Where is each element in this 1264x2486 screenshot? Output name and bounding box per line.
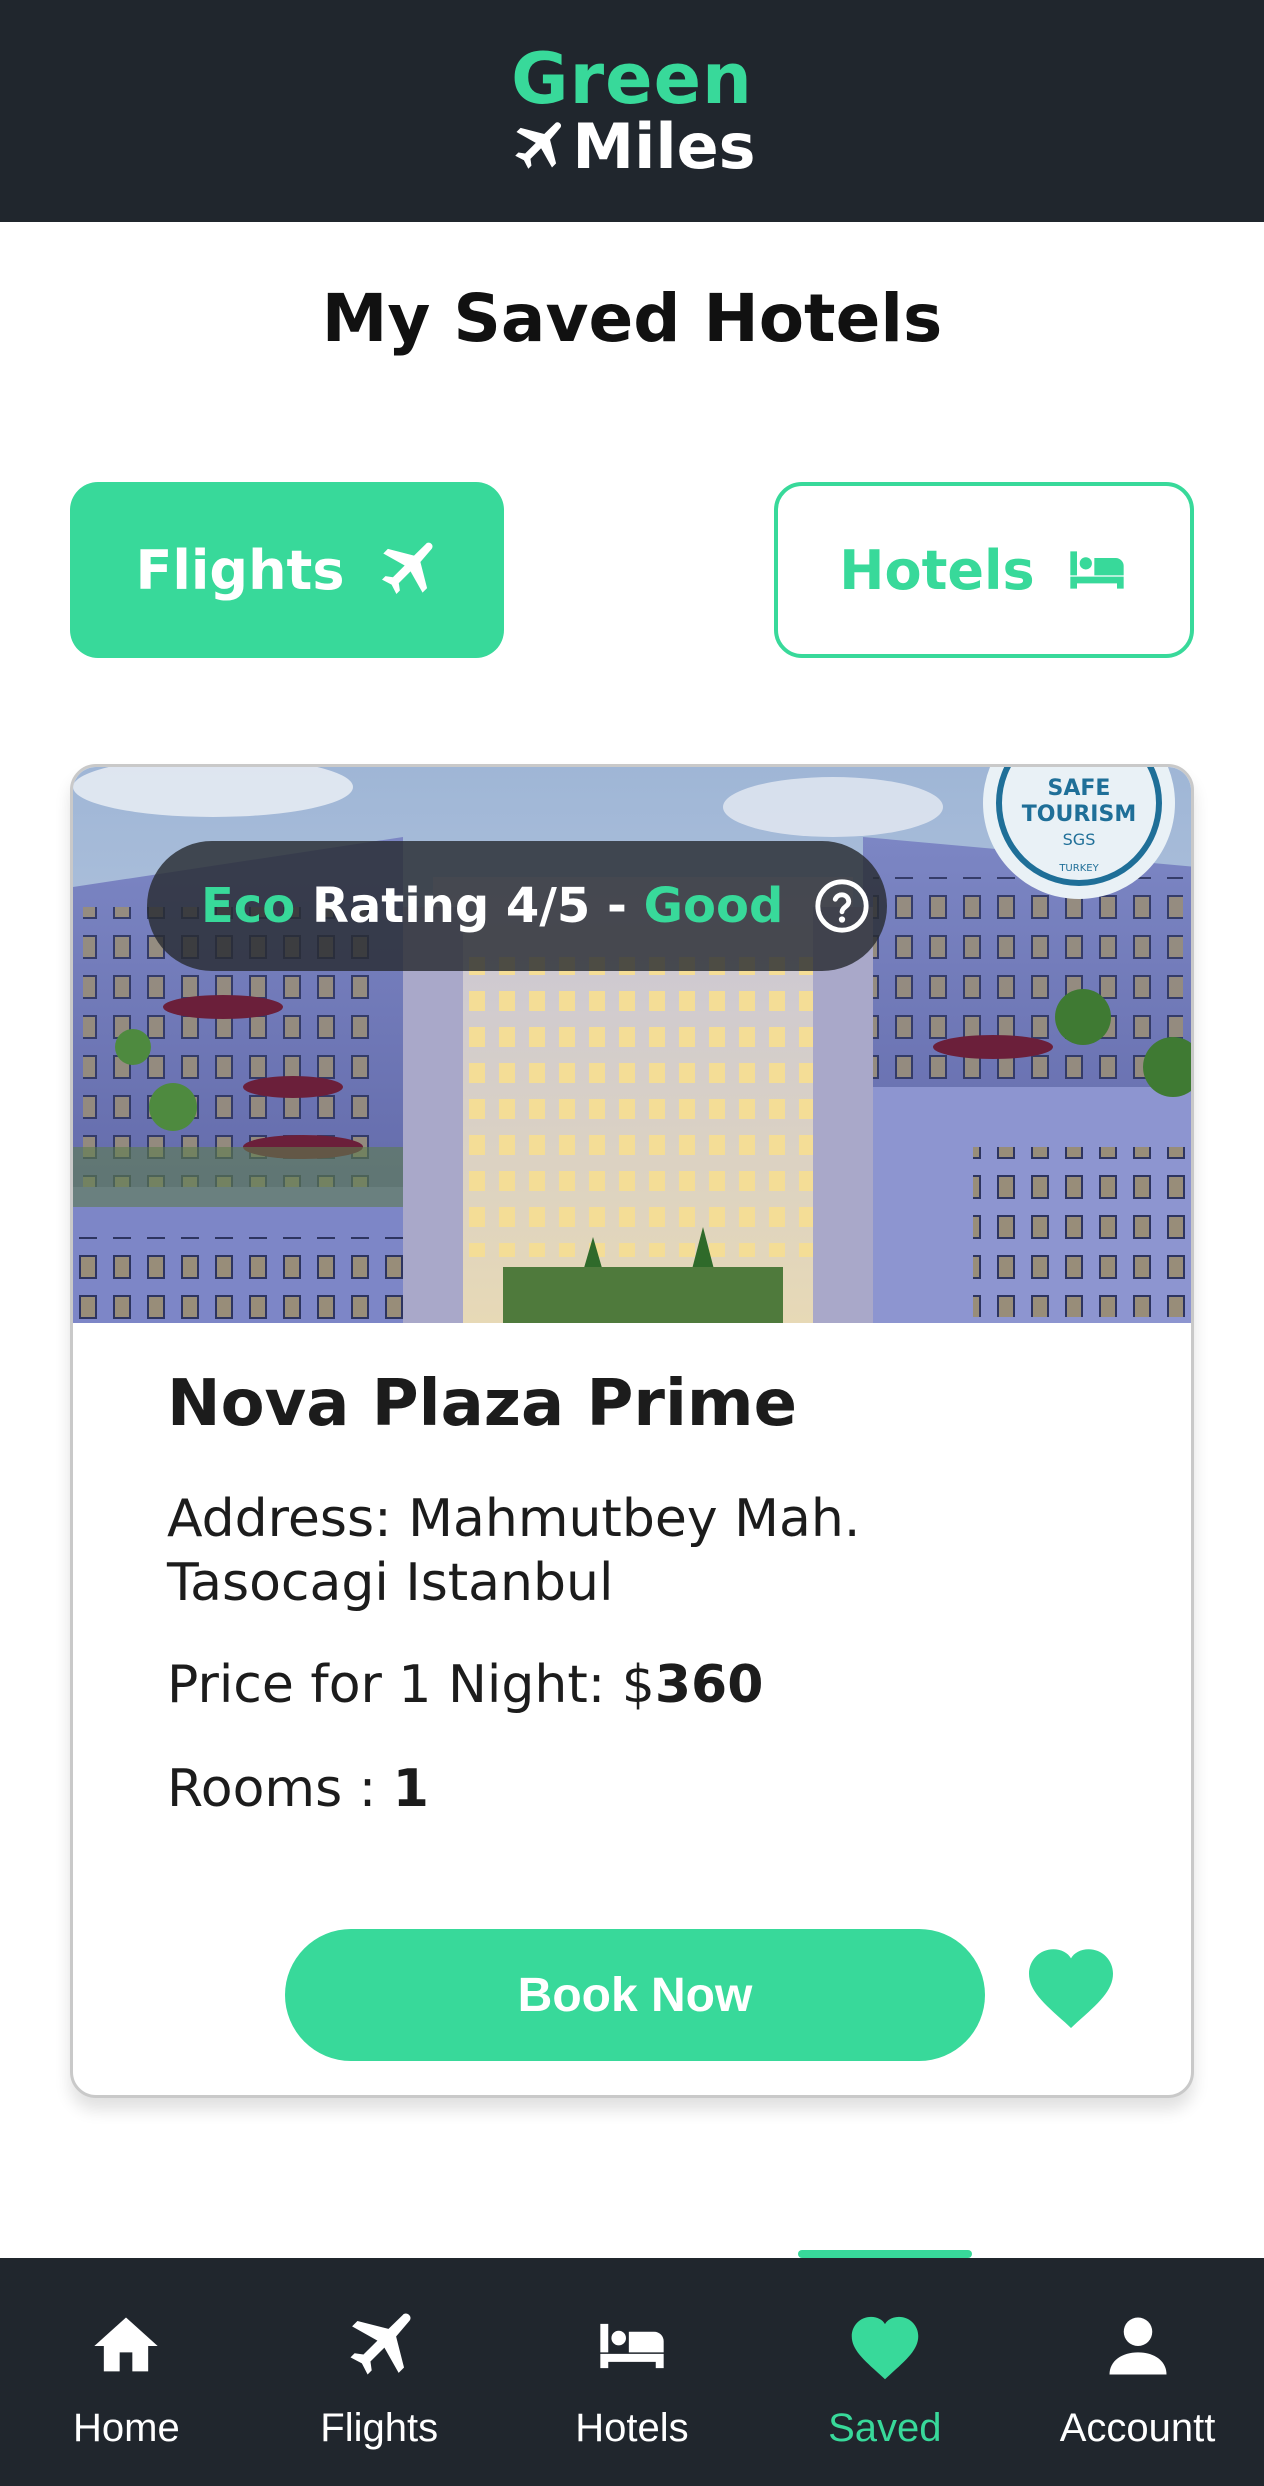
nav-item-flights[interactable]: Flights: [253, 2258, 506, 2486]
book-now-button[interactable]: Book Now: [285, 1929, 985, 2061]
home-icon: [94, 2317, 159, 2372]
nav-label-hotels: Hotels: [575, 2406, 689, 2450]
hotel-image: SAFE TOURISM SGS TURKEY Eco Rating 4/5 -…: [73, 767, 1191, 1323]
logo: Miles: [508, 110, 756, 183]
nav-label-home: Home: [73, 2406, 180, 2450]
person-icon: [1109, 2317, 1167, 2375]
help-icon[interactable]: [813, 877, 871, 935]
address-line-1: Address: Mahmutbey Mah.: [167, 1489, 861, 1549]
rooms-label: Rooms :: [167, 1759, 393, 1819]
active-tab-indicator: [798, 2250, 972, 2258]
nav-label-account: Accountt: [1059, 2406, 1216, 2450]
stamp-line3: SGS: [1063, 830, 1096, 849]
logo-text-green: Green: [511, 38, 753, 120]
bed-icon: [600, 2323, 664, 2369]
hotels-toggle-button[interactable]: Hotels: [774, 482, 1194, 658]
hotel-price: Price for 1 Night: $360: [167, 1655, 763, 1715]
eco-word: Eco: [201, 878, 296, 934]
bed-icon: [1070, 551, 1124, 589]
nav-label-saved: Saved: [828, 2406, 942, 2450]
plane-icon: [382, 542, 434, 594]
nav-item-home[interactable]: Home: [0, 2258, 253, 2486]
page-title: My Saved Hotels: [321, 280, 943, 357]
hotel-address: Address: Mahmutbey Mah. Tasocagi Istanbu…: [167, 1487, 1067, 1615]
address-line-2: Tasocagi Istanbul: [167, 1553, 614, 1613]
nav-item-saved[interactable]: Saved: [758, 2258, 1011, 2486]
nav-label-flights: Flights: [320, 2406, 439, 2450]
eco-rating-badge: Eco Rating 4/5 - Good: [147, 841, 887, 971]
price-value: 360: [654, 1655, 764, 1715]
logo-text-miles: Miles: [572, 110, 756, 183]
bottom-nav: Home Flights Hotels Saved Accountt: [0, 2258, 1264, 2486]
favorite-heart-icon[interactable]: [1023, 1941, 1119, 2031]
plane-icon: [515, 122, 562, 169]
stamp-line4: TURKEY: [1058, 863, 1099, 874]
stamp-line1: SAFE: [1048, 776, 1111, 801]
rooms-value: 1: [392, 1759, 429, 1819]
plane-icon: [350, 2313, 411, 2375]
stamp-line2: TOURISM: [1022, 802, 1136, 827]
hotels-toggle-label: Hotels: [839, 538, 1035, 602]
eco-rating-text: Rating 4/5 -: [311, 878, 627, 934]
heart-icon: [851, 2316, 919, 2380]
hotel-name: Nova Plaza Prime: [167, 1367, 797, 1441]
flights-toggle-button[interactable]: Flights: [70, 482, 504, 658]
saved-hotel-card: SAFE TOURISM SGS TURKEY Eco Rating 4/5 -…: [70, 764, 1194, 2098]
flights-toggle-label: Flights: [135, 538, 345, 602]
eco-rating-quality: Good: [643, 878, 784, 934]
price-label: Price for 1 Night: $: [167, 1655, 655, 1715]
app-root: Green Miles My Saved Hotels Flights Hote…: [0, 0, 1264, 2486]
nav-item-account[interactable]: Accountt: [1011, 2258, 1264, 2486]
nav-item-hotels[interactable]: Hotels: [506, 2258, 759, 2486]
hotel-rooms: Rooms : 1: [167, 1759, 429, 1819]
app-header: Green Miles: [0, 0, 1264, 222]
